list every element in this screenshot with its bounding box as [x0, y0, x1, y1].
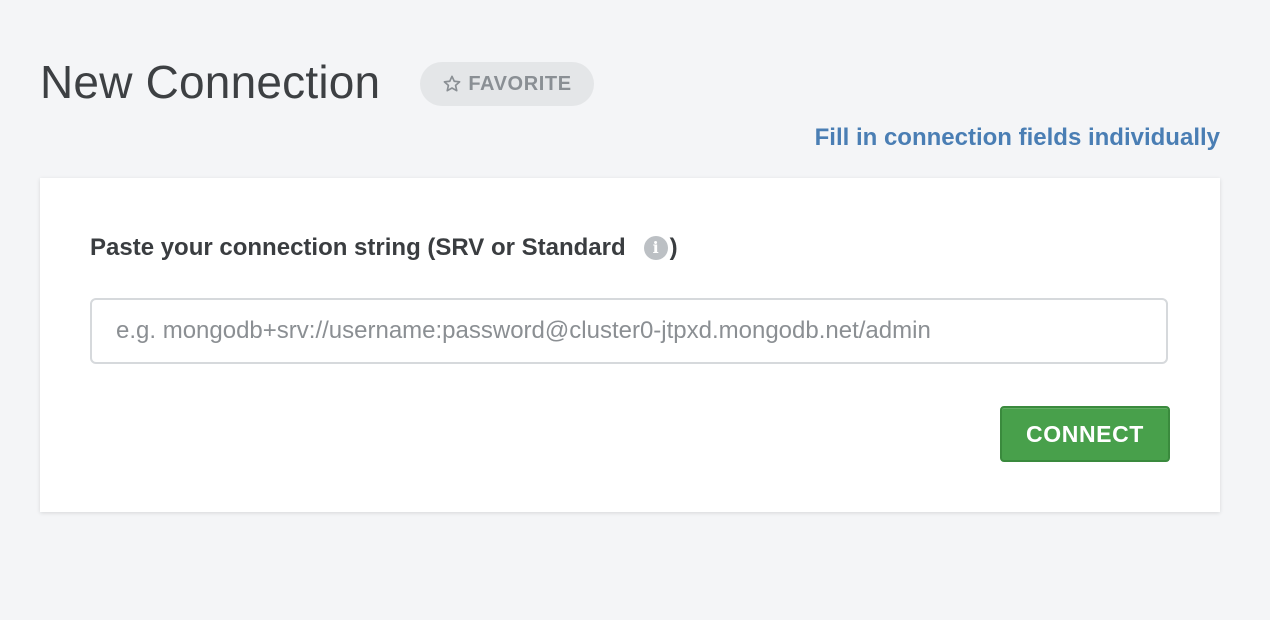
connect-button[interactable]: CONNECT [1000, 406, 1170, 462]
info-icon[interactable]: i [643, 236, 668, 260]
connection-string-input[interactable] [90, 298, 1168, 364]
favorite-label: FAVORITE [468, 72, 572, 95]
header: New Connection FAVORITE [40, 52, 594, 112]
connection-string-label-close: ) [669, 234, 678, 261]
connection-card: Paste your connection string (SRV or Sta… [40, 178, 1220, 512]
fill-fields-individually-link[interactable]: Fill in connection fields individually [815, 124, 1220, 152]
star-outline-icon [443, 75, 461, 92]
page-title: New Connection [40, 56, 381, 108]
connection-string-label: Paste your connection string (SRV or Sta… [90, 234, 678, 262]
connection-string-label-text: Paste your connection string (SRV or Sta… [90, 234, 626, 261]
favorite-button[interactable]: FAVORITE [420, 62, 594, 106]
